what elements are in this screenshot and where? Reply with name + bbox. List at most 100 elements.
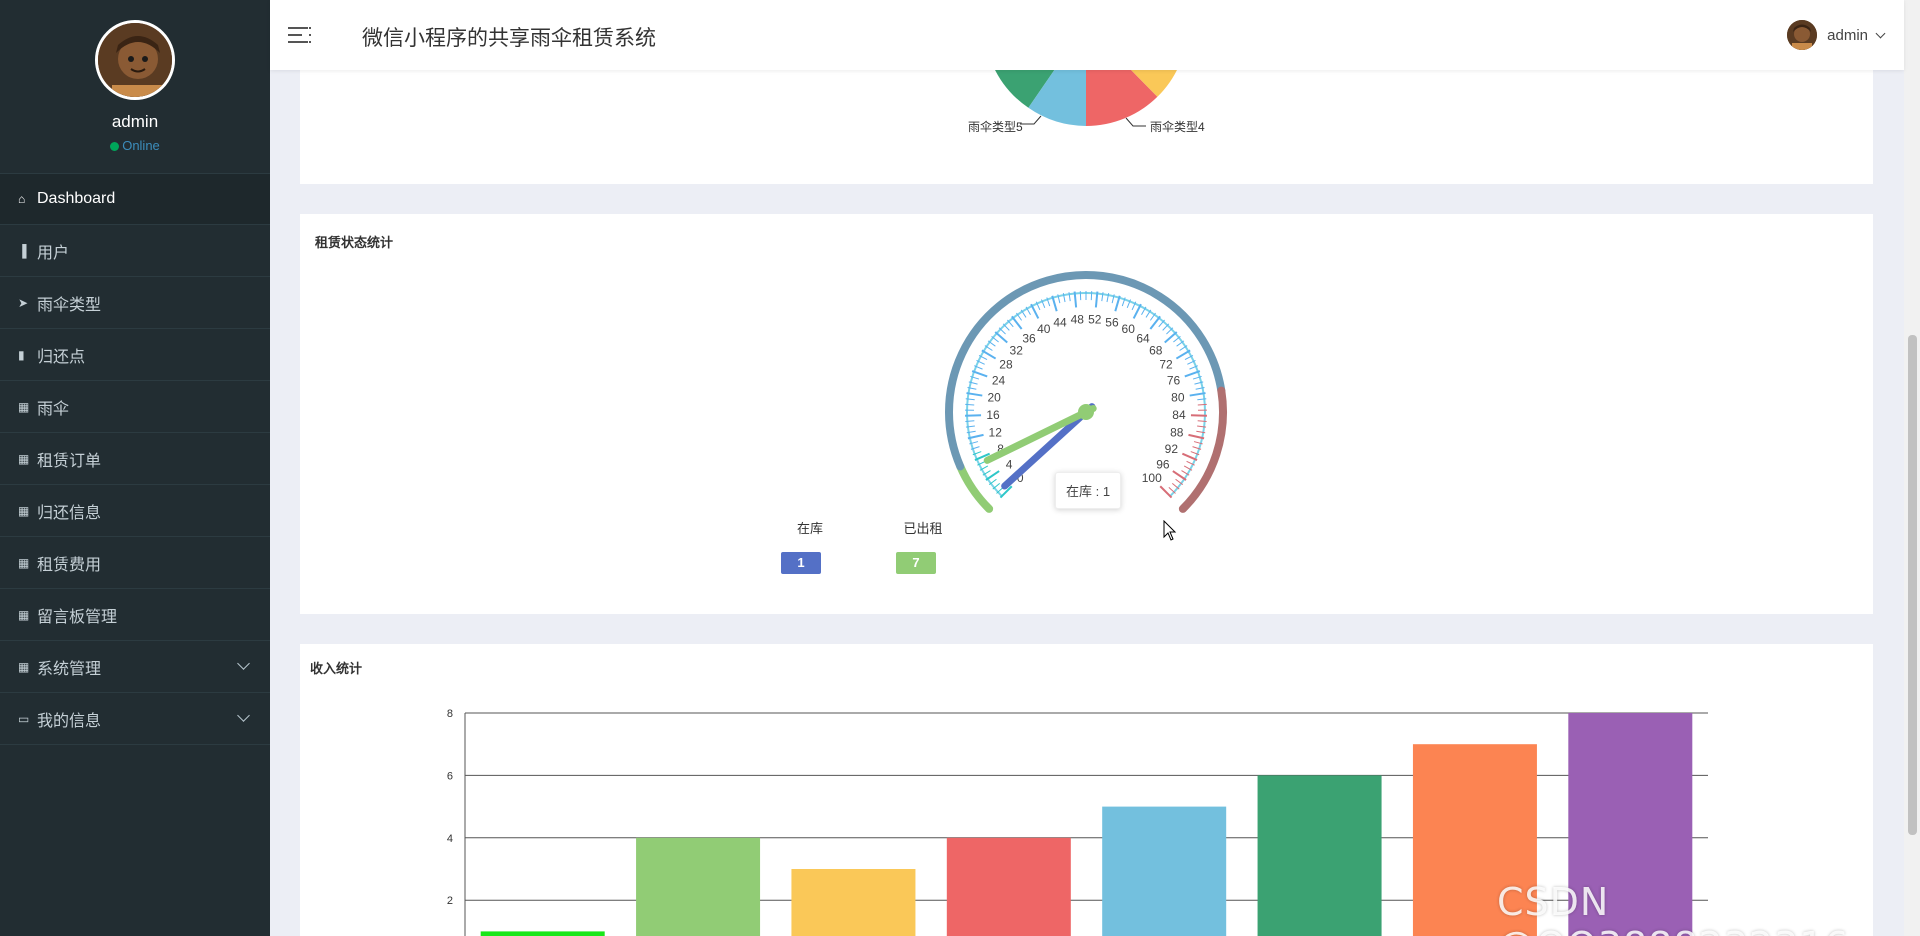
sidebar-item-label: 租赁订单 [37, 452, 102, 470]
gauge-tick-label: 52 [1088, 312, 1102, 326]
sidebar-item-label: 系统管理 [37, 660, 102, 678]
gauge-tick [1175, 349, 1191, 360]
tooltip: 在库 : 1 [1055, 472, 1122, 509]
y-tick-label: 6 [447, 770, 453, 782]
bar-chart-icon: ▐ [18, 243, 27, 258]
sidebar-item-umbrellas[interactable]: ▦ 雨伞 [0, 381, 270, 433]
home-icon: ⌂ [18, 192, 26, 206]
sidebar-item-label: 用户 [37, 244, 70, 262]
gauge-center [1078, 404, 1094, 420]
sidebar-item-label: 归还点 [37, 348, 86, 366]
sidebar-item-label: Dashboard [37, 190, 116, 207]
gauge-tick [965, 420, 975, 422]
grid-icon: ▦ [18, 503, 30, 518]
sidebar-item-users[interactable]: ▐ 用户 [0, 225, 270, 277]
sidebar-item-return-info[interactable]: ▦ 归还信息 [0, 485, 270, 537]
sidebar-item-rental-orders[interactable]: ▦ 租赁订单 [0, 433, 270, 485]
user-name: admin [1827, 26, 1868, 44]
bar [791, 869, 916, 936]
legend-label: 在库 [796, 521, 823, 536]
grid-icon: ▦ [18, 607, 30, 622]
status-badge: Online [0, 138, 270, 153]
sidebar-menu: ⌂ Dashboard ▐ 用户 ➤ 雨伞类型 ▮ 归还点 ▦ 雨伞 ▦ 租赁订单 ▦ 归还信… [0, 173, 270, 745]
gauge-tick-label: 4 [1006, 457, 1013, 471]
gauge-tick-label: 56 [1105, 316, 1119, 330]
sidebar-item-label: 归还信息 [37, 504, 102, 522]
gauge-tick-label: 68 [1149, 343, 1163, 357]
gauge-tick-label: 88 [1170, 425, 1184, 439]
gauge-tick-label: 92 [1165, 442, 1179, 456]
page-scrollbar[interactable] [1904, 0, 1920, 936]
gauge-tick [1132, 303, 1142, 319]
chevron-down-icon [237, 709, 250, 722]
gauge-band [1178, 386, 1227, 513]
clipboard-icon: ▮ [18, 347, 25, 362]
gauge-tick [1197, 403, 1207, 406]
sidebar-profile: admin Online [0, 0, 270, 173]
sidebar-item-my-info[interactable]: ▭ 我的信息 [0, 693, 270, 745]
rental-status-card: 租赁状态统计 0 4 8 12 16 20 24 28 32 36 40 44 48 52 56 60 64 68… [300, 214, 1873, 614]
sidebar-item-rental-fees[interactable]: ▦ 租赁费用 [0, 537, 270, 589]
gauge-tick-label: 28 [999, 358, 1013, 372]
scrollbar-thumb[interactable] [1908, 335, 1917, 835]
chevron-down-icon [1875, 28, 1886, 38]
gauge-chart: 0481216202428323640 44 48 52 56 6064687276808… [945, 270, 1227, 513]
bar [946, 837, 1071, 936]
gauge-tick [965, 414, 982, 417]
grid-icon: ▦ [18, 555, 30, 570]
y-tick-label: 8 [447, 708, 453, 720]
sidebar-item-label: 雨伞 [37, 400, 70, 418]
legend-label: 已出租 [903, 521, 943, 536]
sidebar-item-label: 雨伞类型 [37, 296, 102, 314]
gauge-tick-label: 12 [989, 425, 1003, 439]
gauge-tick-label: 76 [1167, 373, 1181, 387]
sidebar-item-label: 留言板管理 [37, 608, 118, 626]
menu-toggle-icon[interactable] [288, 25, 311, 45]
gauge-tick [1190, 414, 1207, 417]
status-text: Online [122, 138, 160, 153]
gauge-tick [971, 370, 988, 378]
bar [636, 837, 761, 936]
gauge-tick-label: 20 [987, 390, 1001, 404]
gauge-tick-label: 80 [1171, 390, 1185, 404]
watermark: CSDN @QQ3888232316 [1497, 880, 1849, 936]
profile-name: admin [111, 112, 159, 131]
pie-label: 雨伞类型4 [1150, 120, 1205, 134]
user-menu[interactable]: admin [1787, 20, 1886, 50]
gauge-tick-label: 24 [992, 373, 1006, 387]
legend-value: 7 [896, 552, 936, 574]
gauge-tick-label: 72 [1159, 358, 1173, 372]
gauge-tick-label: 44 [1053, 316, 1067, 330]
top-header: 微信小程序的共享雨伞租赁系统 admin [270, 0, 1904, 70]
card-icon: ▭ [18, 711, 30, 726]
sidebar-item-label: 我的信息 [37, 712, 102, 730]
bar [1102, 806, 1227, 936]
gauge-tick-label: 84 [1172, 408, 1186, 422]
legend-value: 1 [781, 552, 821, 574]
gauge-tick-label: 32 [1010, 343, 1024, 357]
bar [480, 931, 605, 936]
avatar [1787, 20, 1818, 50]
sidebar-item-system-management[interactable]: ▦ 系统管理 [0, 641, 270, 693]
sidebar-item-message-board[interactable]: ▦ 留言板管理 [0, 589, 270, 641]
avatar [95, 20, 175, 100]
grid-icon: ▦ [18, 659, 30, 674]
sidebar-item-label: 租赁费用 [37, 556, 102, 574]
sidebar-item-umbrella-types[interactable]: ➤ 雨伞类型 [0, 277, 270, 329]
page-title: 微信小程序的共享雨伞租赁系统 [362, 27, 656, 50]
gauge-tick-label: 64 [1136, 332, 1150, 346]
chevron-down-icon [237, 657, 250, 670]
gauge-tick [965, 403, 975, 406]
sidebar-item-dashboard[interactable]: ⌂ Dashboard [0, 173, 270, 225]
gauge-tick-label: 48 [1071, 312, 1085, 326]
gauge-tick-label: 16 [986, 408, 1000, 422]
grid-icon: ▦ [18, 451, 30, 466]
gauge-tick-label: 40 [1037, 322, 1051, 336]
sidebar-item-return-points[interactable]: ▮ 归还点 [0, 329, 270, 381]
grid-icon: ▦ [18, 399, 30, 414]
gauge-tick-label: 60 [1122, 322, 1136, 336]
bar [1257, 775, 1382, 936]
gauge-tick [1181, 452, 1198, 461]
sidebar: admin Online ⌂ Dashboard ▐ 用户 ➤ 雨伞类型 ▮ 归还点 ▦… [0, 0, 270, 936]
gauge-tick [1184, 370, 1201, 378]
